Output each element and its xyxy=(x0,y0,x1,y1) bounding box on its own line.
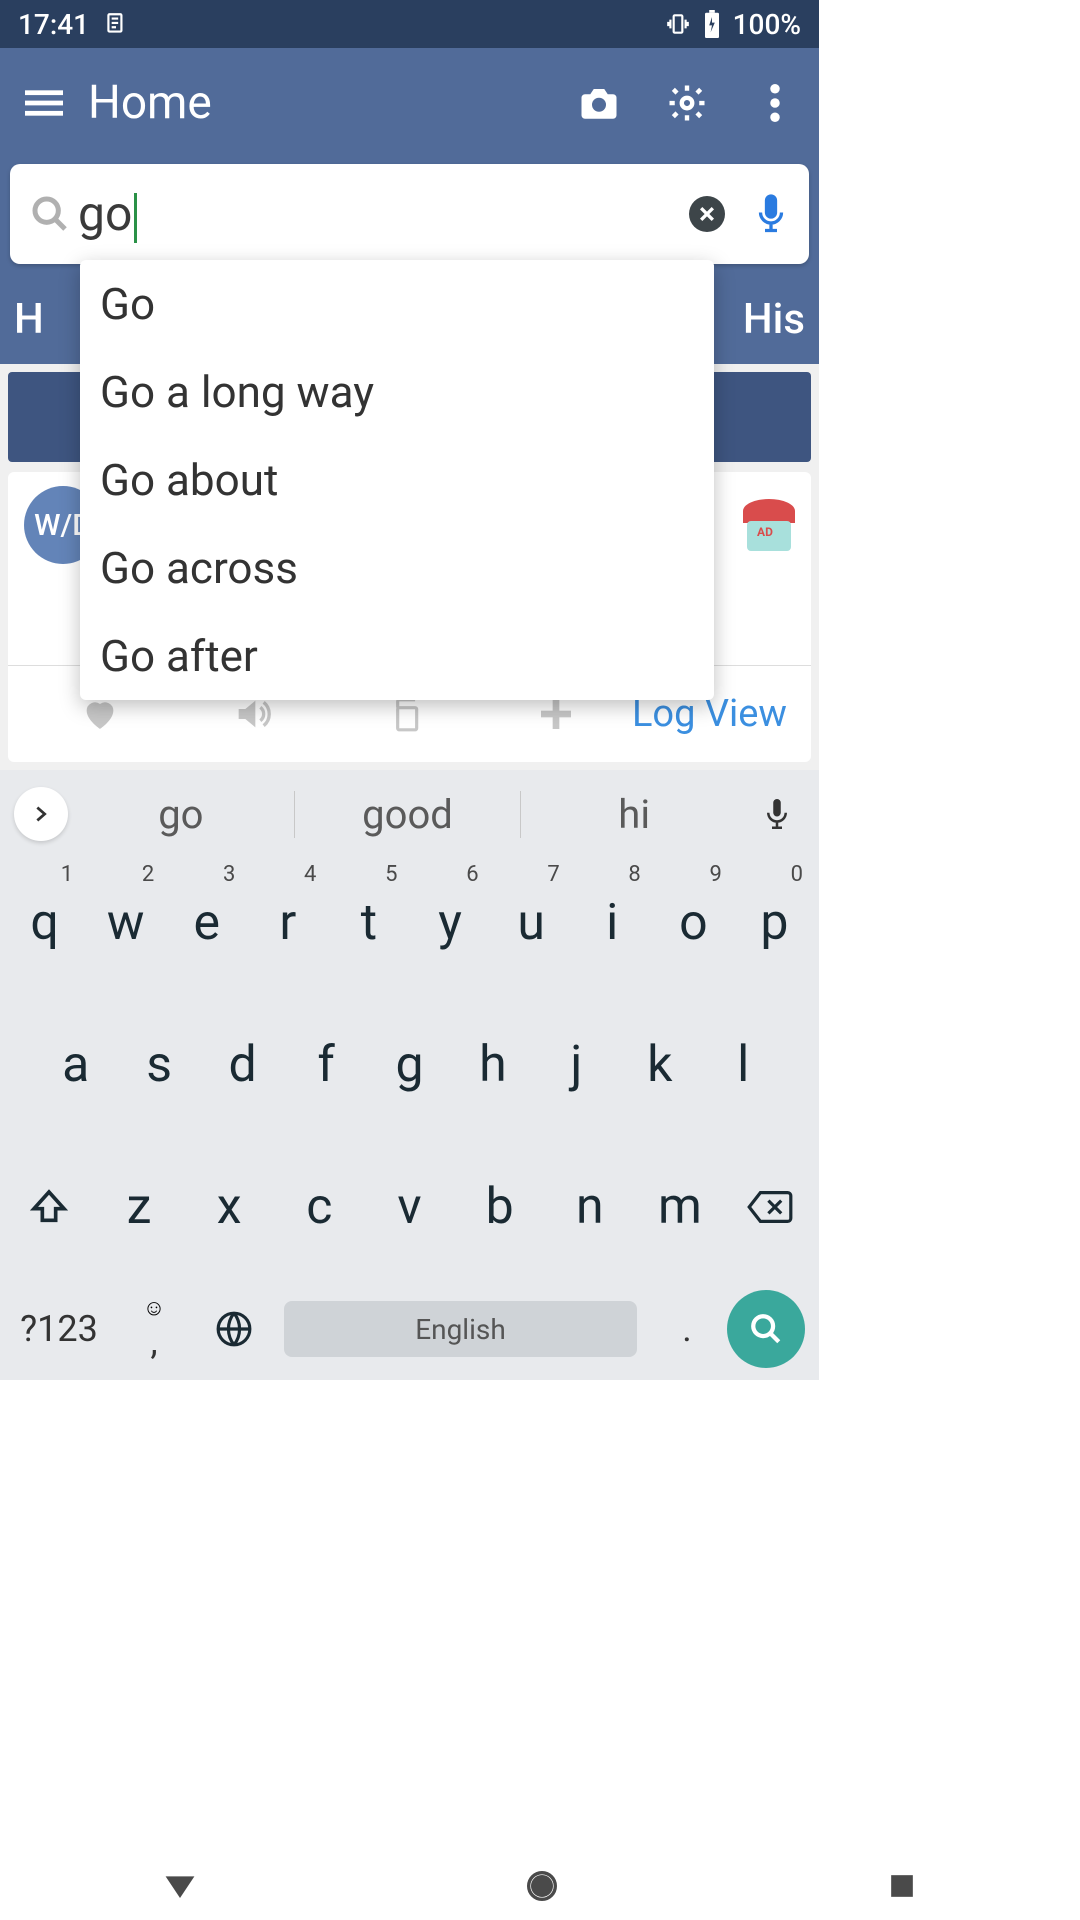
search-box[interactable]: go xyxy=(10,164,809,264)
copy-icon[interactable] xyxy=(328,695,480,733)
home-button[interactable] xyxy=(526,1870,558,1902)
key-n[interactable]: n xyxy=(545,1152,635,1262)
search-icon xyxy=(30,194,70,234)
keyboard-suggestion-row: go good hi xyxy=(0,770,819,858)
key-z[interactable]: z xyxy=(94,1152,184,1262)
key-k[interactable]: k xyxy=(618,1010,701,1120)
gift-ad-icon[interactable]: AD xyxy=(743,499,795,551)
key-d[interactable]: d xyxy=(201,1010,284,1120)
language-key[interactable] xyxy=(194,1310,274,1348)
key-q[interactable]: 1q xyxy=(4,868,85,978)
battery-percent: 100% xyxy=(733,8,801,41)
space-key[interactable]: English xyxy=(284,1301,637,1357)
keyboard: 1q 2w 3e 4r 5t 6y 7u 8i 9o 0p a s d f g … xyxy=(0,858,819,1380)
key-c[interactable]: c xyxy=(274,1152,364,1262)
key-y[interactable]: 6y xyxy=(410,868,491,978)
key-m[interactable]: m xyxy=(635,1152,725,1262)
emoji-icon: ☺ xyxy=(114,1295,194,1321)
search-input[interactable]: go xyxy=(78,185,137,242)
key-u[interactable]: 7u xyxy=(491,868,572,978)
key-l[interactable]: l xyxy=(702,1010,785,1120)
suggestion-item[interactable]: Go after xyxy=(80,612,714,700)
key-v[interactable]: v xyxy=(364,1152,454,1262)
key-p[interactable]: 0p xyxy=(734,868,815,978)
kb-suggestion[interactable]: go xyxy=(68,791,295,838)
keyboard-row-1: 1q 2w 3e 4r 5t 6y 7u 8i 9o 0p xyxy=(4,868,815,978)
key-f[interactable]: f xyxy=(284,1010,367,1120)
key-h[interactable]: h xyxy=(451,1010,534,1120)
key-s[interactable]: s xyxy=(117,1010,200,1120)
kb-suggestion[interactable]: hi xyxy=(521,791,747,838)
expand-icon[interactable] xyxy=(14,787,68,841)
battery-icon xyxy=(703,10,721,38)
keyboard-row-4: ?123 ☺ , English . xyxy=(4,1284,815,1374)
speaker-icon[interactable] xyxy=(176,694,328,734)
favorite-icon[interactable] xyxy=(24,694,176,734)
key-o[interactable]: 9o xyxy=(653,868,734,978)
key-x[interactable]: x xyxy=(184,1152,274,1262)
more-icon[interactable] xyxy=(751,79,799,127)
key-w[interactable]: 2w xyxy=(85,868,166,978)
key-r[interactable]: 4r xyxy=(247,868,328,978)
status-bar: 17:41 100% xyxy=(0,0,819,48)
emoji-comma-key[interactable]: ☺ , xyxy=(114,1295,194,1363)
clear-icon[interactable] xyxy=(689,196,725,232)
back-button[interactable] xyxy=(165,1874,195,1898)
settings-icon[interactable] xyxy=(663,79,711,127)
suggestion-item[interactable]: Go about xyxy=(80,436,714,524)
text-cursor xyxy=(134,193,137,243)
status-time: 17:41 xyxy=(18,8,89,41)
symbols-key[interactable]: ?123 xyxy=(4,1308,114,1350)
suggestions-dropdown: Go Go a long way Go about Go across Go a… xyxy=(80,260,714,700)
key-e[interactable]: 3e xyxy=(166,868,247,978)
suggestion-item[interactable]: Go xyxy=(80,260,714,348)
keyboard-mic-icon[interactable] xyxy=(747,795,807,833)
navigation-bar xyxy=(0,1852,1080,1920)
app-bar: Home xyxy=(0,48,819,158)
mic-icon[interactable] xyxy=(753,192,789,236)
key-i[interactable]: 8i xyxy=(572,868,653,978)
add-icon[interactable] xyxy=(480,694,632,734)
menu-icon[interactable] xyxy=(20,79,68,127)
vibrate-icon xyxy=(665,11,691,37)
suggestion-item[interactable]: Go across xyxy=(80,524,714,612)
period-key[interactable]: . xyxy=(647,1308,727,1350)
search-wrap: go xyxy=(0,158,819,274)
key-g[interactable]: g xyxy=(368,1010,451,1120)
camera-icon[interactable] xyxy=(575,79,623,127)
key-j[interactable]: j xyxy=(535,1010,618,1120)
keyboard-row-2: a s d f g h j k l xyxy=(4,1010,815,1120)
shift-key[interactable] xyxy=(4,1187,94,1227)
tab-history-partial[interactable]: His xyxy=(743,295,805,344)
backspace-key[interactable] xyxy=(725,1189,815,1225)
key-b[interactable]: b xyxy=(455,1152,545,1262)
kb-suggestion[interactable]: good xyxy=(295,791,522,838)
tab-home-partial[interactable]: H xyxy=(14,295,44,344)
key-a[interactable]: a xyxy=(34,1010,117,1120)
recent-button[interactable] xyxy=(889,1873,915,1899)
search-action-key[interactable] xyxy=(727,1290,805,1368)
key-t[interactable]: 5t xyxy=(328,868,409,978)
doc-icon xyxy=(103,11,129,37)
page-title: Home xyxy=(88,76,212,130)
suggestion-item[interactable]: Go a long way xyxy=(80,348,714,436)
keyboard-row-3: z x c v b n m xyxy=(4,1152,815,1262)
